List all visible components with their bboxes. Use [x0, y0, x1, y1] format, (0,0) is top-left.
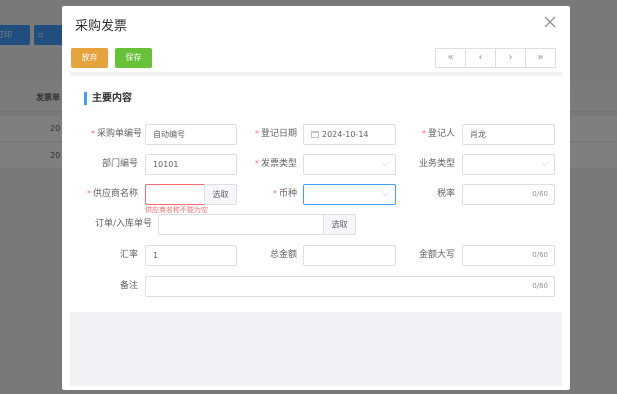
exchange-rate-label: 汇率: [119, 250, 138, 260]
registrant-input[interactable]: 肖龙: [462, 124, 555, 145]
purchase-no-label: * 采购单编号: [90, 129, 142, 139]
reg-date-label: * 登记日期: [254, 129, 297, 139]
supplier-input[interactable]: [145, 184, 205, 205]
close-icon: [544, 16, 556, 28]
invoice-type-label: * 发票类型: [254, 159, 297, 169]
total-amount-input[interactable]: [303, 245, 396, 266]
order-no-pick-button[interactable]: 选取: [323, 214, 356, 235]
remark-input[interactable]: 0/60: [145, 276, 555, 297]
biz-type-select[interactable]: ⌵: [462, 154, 555, 175]
action-bar: 放弃 保存 « ‹ › »: [70, 46, 562, 72]
total-amount-label: 总金额: [269, 250, 297, 260]
dept-no-label: 部门编号: [101, 159, 138, 169]
first-record-button[interactable]: «: [435, 48, 466, 68]
currency-select[interactable]: ⌵: [303, 184, 396, 205]
amount-caps-input[interactable]: 0/60: [462, 245, 555, 266]
remark-label: 备注: [119, 281, 138, 291]
chevron-down-icon: ⌵: [382, 159, 389, 169]
currency-label: * 币种: [272, 189, 297, 199]
exchange-rate-input[interactable]: 1: [145, 245, 237, 266]
main-content-form: 主要内容 * 采购单编号 自动编号 * 登记日期 2024-10-14 * 登记人 肖…: [70, 76, 562, 312]
chevron-down-icon: ⌵: [541, 159, 548, 169]
order-no-input[interactable]: [158, 214, 324, 235]
record-pager: « ‹ › »: [435, 48, 556, 68]
calendar-icon: [311, 131, 319, 138]
order-no-label: 订单/入库单号: [94, 219, 152, 229]
chevron-down-icon: ⌵: [382, 189, 389, 199]
tax-rate-label: 税率: [436, 189, 455, 199]
close-button[interactable]: [542, 14, 558, 30]
abandon-button[interactable]: 放弃: [71, 48, 108, 68]
dialog-title: 采购发票: [75, 19, 128, 34]
section-title: 主要内容: [92, 93, 132, 104]
dept-no-input[interactable]: 10101: [145, 154, 237, 175]
char-counter: 0/60: [532, 251, 548, 259]
next-record-button[interactable]: ›: [495, 48, 526, 68]
dialog-body: 放弃 保存 « ‹ › » 主要内容 * 采购单编号 自动编号 * 登记日期 202…: [70, 46, 562, 386]
save-button[interactable]: 保存: [115, 48, 152, 68]
char-counter: 0/60: [532, 282, 548, 290]
reg-date-picker[interactable]: 2024-10-14: [303, 124, 396, 145]
supplier-pick-button[interactable]: 选取: [204, 184, 237, 205]
char-counter: 0/60: [532, 190, 548, 198]
prev-record-button[interactable]: ‹: [465, 48, 496, 68]
tax-rate-input[interactable]: 0/60: [462, 184, 555, 205]
purchase-no-input[interactable]: 自动编号: [145, 124, 237, 145]
supplier-label: * 供应商名称: [86, 189, 138, 199]
invoice-type-select[interactable]: ⌵: [303, 154, 396, 175]
purchase-invoice-dialog: 采购发票 放弃 保存 « ‹ › » 主要内容 * 采购单编号 自动编号 * 登记日…: [62, 6, 570, 390]
amount-caps-label: 金额大写: [418, 250, 455, 260]
registrant-label: * 登记人: [421, 129, 455, 139]
biz-type-label: 业务类型: [418, 159, 455, 169]
last-record-button[interactable]: »: [525, 48, 556, 68]
